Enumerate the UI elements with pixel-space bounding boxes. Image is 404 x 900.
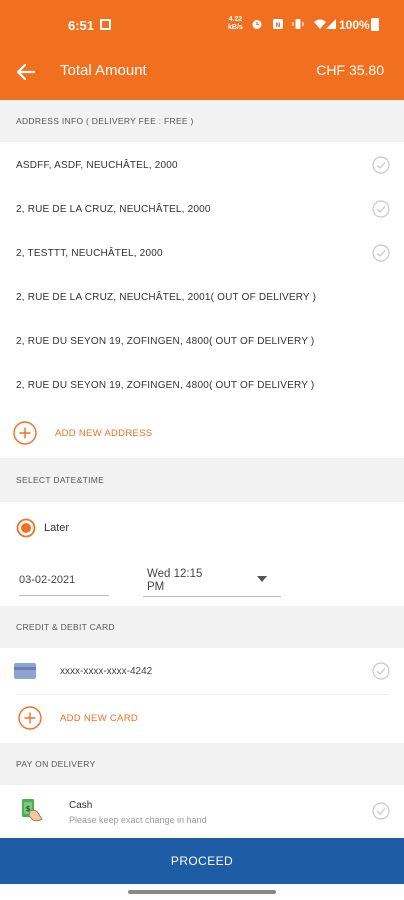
radio-selected-icon[interactable] — [16, 518, 36, 538]
app-bar: Total Amount CHF 35.80 — [0, 48, 404, 100]
address-text: 2, TESTTT, NEUCHÂTEL, 2000 — [16, 248, 163, 259]
time-value-line2: PM — [147, 581, 165, 593]
divider — [16, 694, 388, 695]
date-value: 03-02-2021 — [19, 574, 76, 586]
saved-card-row[interactable]: xxxx-xxxx-xxxx-4242 — [0, 648, 404, 694]
add-card-label: ADD NEW CARD — [60, 712, 139, 724]
status-bar: 6:51 4.22 kB/s N 100% — [0, 0, 404, 48]
network-speed: 4.22 kB/s — [228, 16, 243, 32]
later-radio-option[interactable]: Later — [16, 518, 69, 538]
address-row[interactable]: 2, RUE DE LA CRUZ, NEUCHÂTEL, 2000 — [0, 186, 404, 230]
card-section-header: CREDIT & DEBIT CARD — [0, 606, 404, 648]
address-text: 2, RUE DU SEYON 19, ZOFINGEN, 4800( OUT … — [16, 380, 315, 391]
status-time: 6:51 — [68, 18, 95, 33]
cash-option-row[interactable]: $ Cash Please keep exact change in hand — [0, 785, 404, 837]
cash-subtitle: Please keep exact change in hand — [69, 815, 207, 825]
address-row[interactable]: 2, RUE DU SEYON 19, ZOFINGEN, 4800( OUT … — [0, 362, 404, 406]
signal-icon — [326, 19, 336, 29]
time-dropdown[interactable]: Wed 12:15 PM — [143, 566, 281, 597]
add-card-button[interactable]: ADD NEW CARD — [18, 706, 138, 730]
proceed-button[interactable]: PROCEED — [0, 838, 404, 884]
gallery-notification-icon — [100, 19, 111, 30]
address-row[interactable]: ASDFF, ASDF, NEUCHÂTEL, 2000 — [0, 142, 404, 186]
check-circle-icon[interactable] — [372, 200, 390, 218]
system-nav-bar — [0, 884, 404, 900]
total-amount: CHF 35.80 — [316, 62, 384, 78]
add-address-button[interactable]: ADD NEW ADDRESS — [13, 421, 152, 445]
pay-on-delivery-header: PAY ON DELIVERY — [0, 743, 404, 785]
address-text: 2, RUE DE LA CRUZ, NEUCHÂTEL, 2001( OUT … — [16, 292, 317, 303]
add-circle-icon — [13, 421, 37, 445]
time-value-line1: Wed 12:15 — [147, 568, 203, 580]
home-gesture-handle[interactable] — [128, 890, 276, 894]
address-text: 2, RUE DE LA CRUZ, NEUCHÂTEL, 2000 — [16, 204, 211, 215]
back-arrow-icon[interactable] — [14, 60, 38, 84]
datetime-section-header: SELECT DATE&TIME — [0, 458, 404, 502]
check-circle-icon[interactable] — [372, 802, 390, 820]
dropdown-arrow-icon — [257, 576, 267, 582]
network-speed-value: 4.22 — [228, 16, 243, 23]
cash-hand-icon: $ — [22, 799, 43, 822]
svg-text:N: N — [275, 22, 280, 29]
address-text: 2, RUE DU SEYON 19, ZOFINGEN, 4800( OUT … — [16, 336, 315, 347]
nfc-icon: N — [273, 19, 283, 29]
check-circle-icon[interactable] — [372, 244, 390, 262]
address-text: ASDFF, ASDF, NEUCHÂTEL, 2000 — [16, 160, 178, 171]
later-label: Later — [44, 522, 70, 534]
alarm-icon — [252, 20, 262, 29]
credit-card-icon — [14, 663, 36, 679]
address-section-header: ADDRESS INFO ( DELIVERY FEE : FREE ) — [0, 100, 404, 142]
check-circle-icon[interactable] — [372, 662, 390, 680]
add-address-label: ADD NEW ADDRESS — [55, 427, 153, 439]
battery-icon — [371, 18, 379, 31]
address-row[interactable]: 2, RUE DE LA CRUZ, NEUCHÂTEL, 2001( OUT … — [0, 274, 404, 318]
address-row[interactable]: 2, RUE DU SEYON 19, ZOFINGEN, 4800( OUT … — [0, 318, 404, 362]
card-number: xxxx-xxxx-xxxx-4242 — [60, 666, 153, 677]
vibrate-icon — [292, 19, 304, 29]
battery-percent: 100% — [339, 18, 370, 32]
network-speed-unit: kB/s — [228, 24, 243, 31]
address-row[interactable]: 2, TESTTT, NEUCHÂTEL, 2000 — [0, 230, 404, 274]
date-field[interactable]: 03-02-2021 — [19, 566, 109, 596]
check-circle-icon[interactable] — [372, 156, 390, 174]
page-title: Total Amount — [60, 62, 147, 79]
cash-title: Cash — [69, 800, 93, 811]
add-circle-icon — [18, 706, 42, 730]
